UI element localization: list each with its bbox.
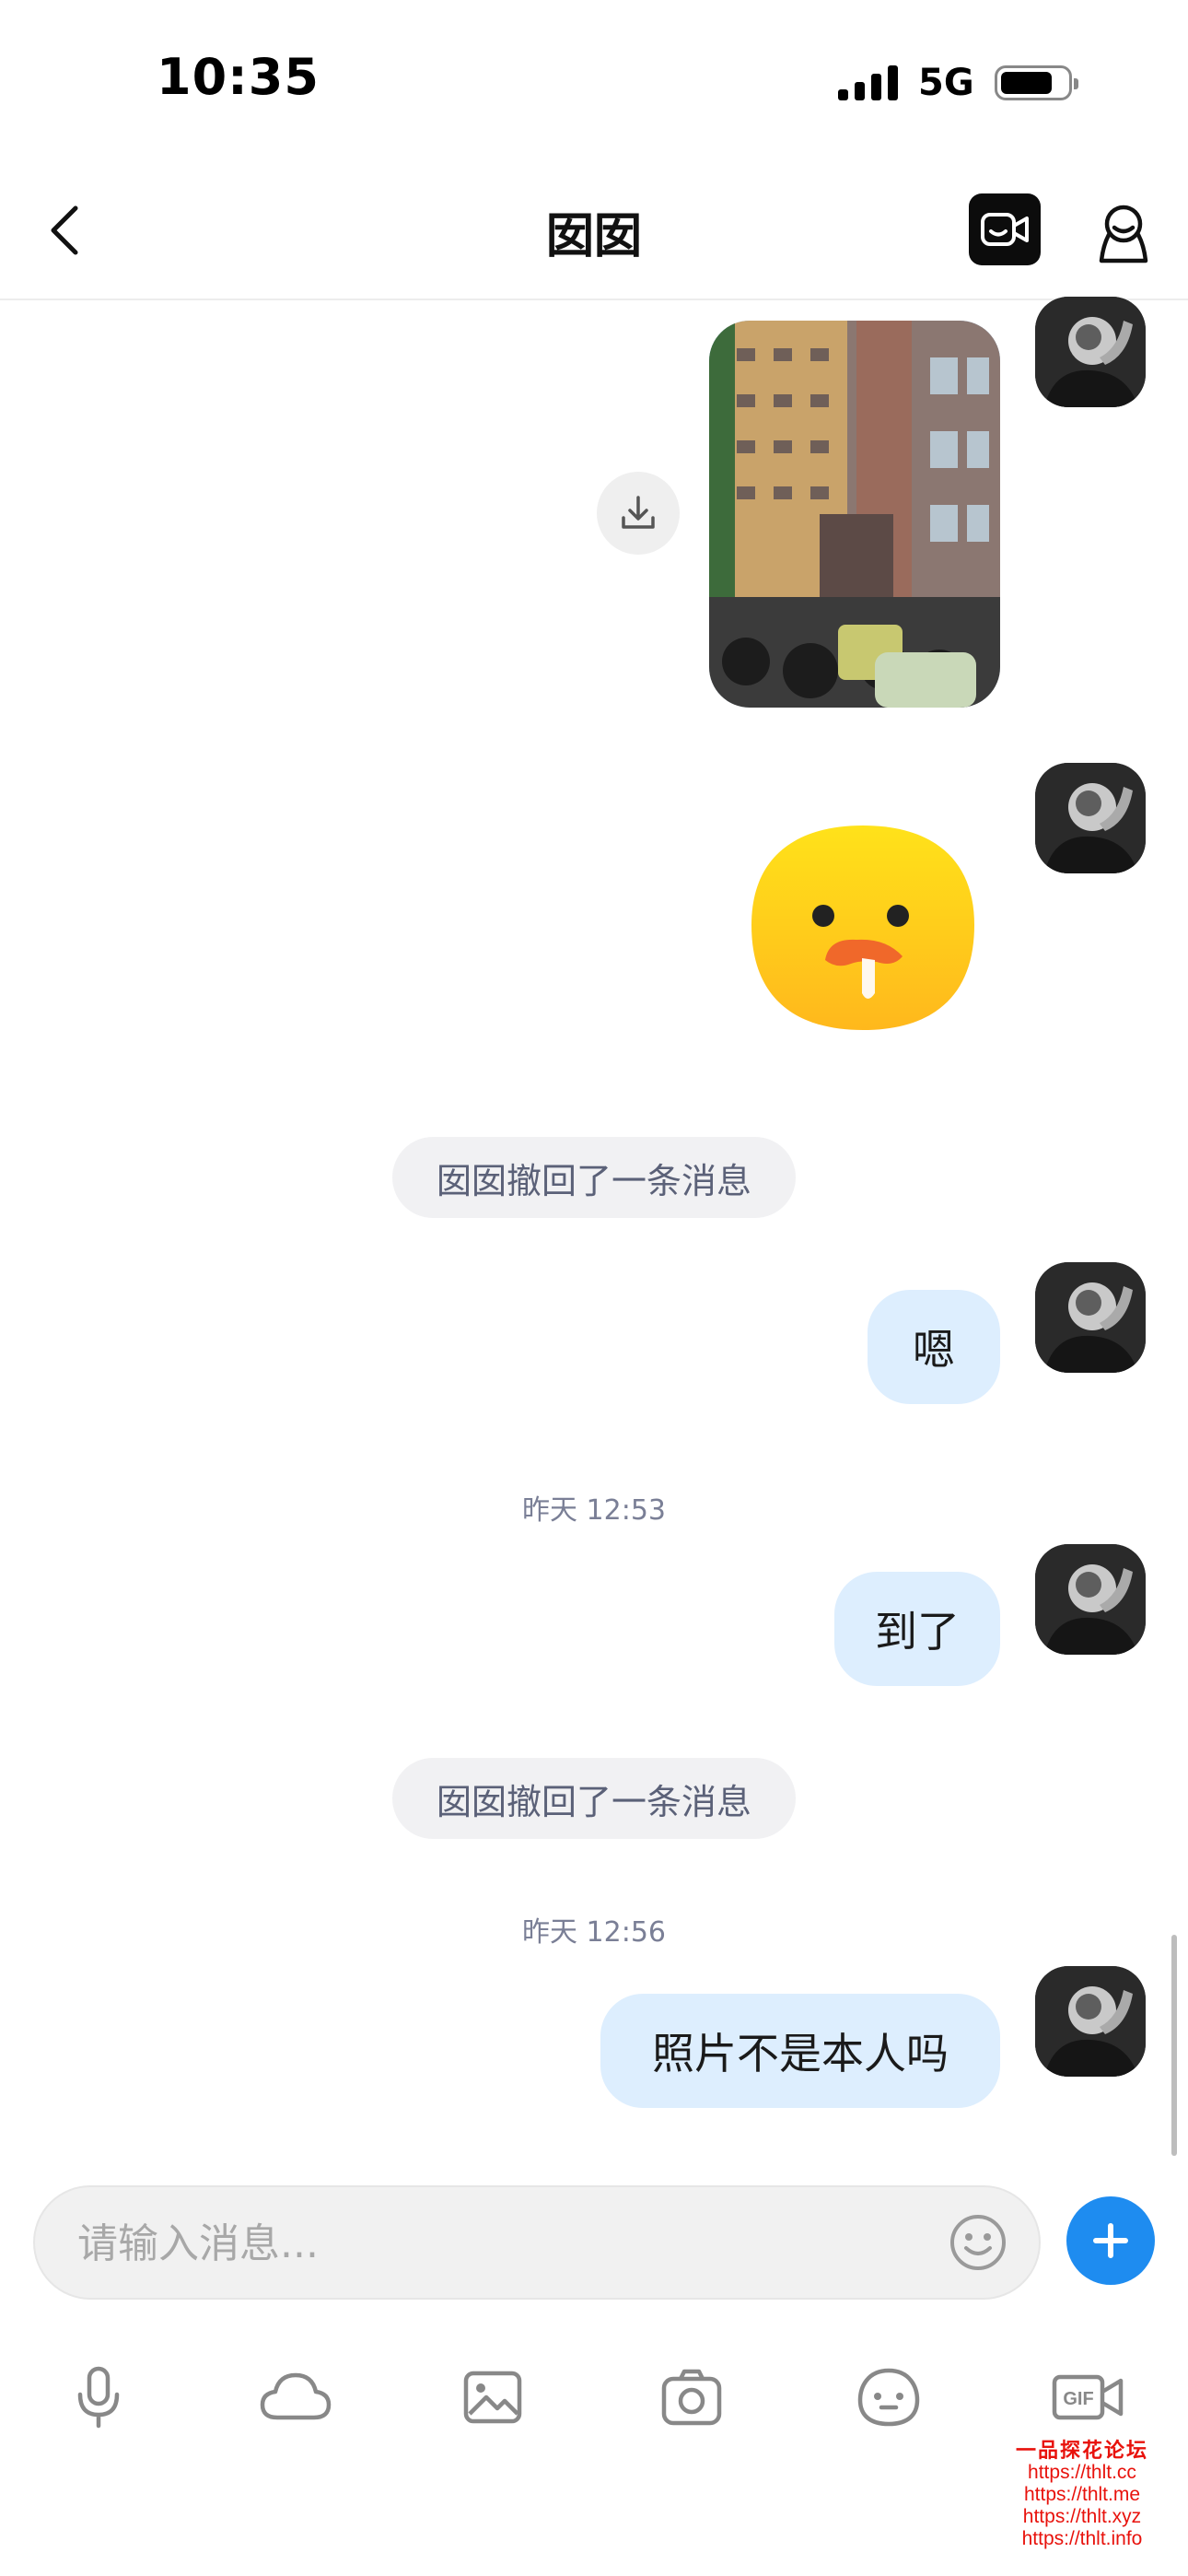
- avatar[interactable]: [1035, 1544, 1146, 1655]
- avatar[interactable]: [1035, 1966, 1146, 2077]
- message-bubble[interactable]: 照片不是本人吗: [600, 1994, 1000, 2108]
- microphone-icon: [77, 2366, 120, 2429]
- sticker-message[interactable]: [748, 822, 978, 1034]
- nav-divider: [0, 299, 1188, 300]
- sticker-face-icon: [857, 2368, 920, 2427]
- download-icon: [622, 496, 655, 529]
- camera-button[interactable]: [650, 2359, 733, 2436]
- watermark-url: https://thlt.cc: [1028, 2462, 1136, 2483]
- image-icon: [463, 2371, 522, 2424]
- message-bubble[interactable]: 到了: [834, 1572, 1000, 1686]
- drooling-face-sticker: [751, 825, 974, 1030]
- watermark: 一品探花论坛 https://thlt.cc https://thlt.me h…: [976, 2440, 1188, 2550]
- camera-icon: [661, 2369, 722, 2426]
- status-time: 10:35: [157, 48, 320, 106]
- emoji-button[interactable]: [949, 2213, 1007, 2272]
- system-message: 囡囡撤回了一条消息: [392, 1758, 796, 1839]
- photo: [709, 321, 1000, 708]
- voice-button[interactable]: [57, 2359, 140, 2436]
- message-timestamp: 昨天 12:53: [522, 1494, 666, 1527]
- cloud-icon: [260, 2372, 332, 2420]
- plus-icon: [1093, 2223, 1128, 2258]
- gallery-button[interactable]: [451, 2359, 534, 2436]
- sticker-button[interactable]: [847, 2359, 930, 2436]
- download-button[interactable]: [597, 472, 680, 555]
- message-bubble[interactable]: 嗯: [868, 1290, 1000, 1404]
- avatar[interactable]: [1035, 297, 1146, 407]
- message-input[interactable]: [76, 2187, 908, 2300]
- network-label: 5G: [918, 62, 974, 104]
- video-camera-icon: [981, 213, 1029, 246]
- gif-button[interactable]: GIF: [1046, 2359, 1129, 2436]
- gif-icon: GIF: [1052, 2374, 1124, 2420]
- profile-button[interactable]: [1087, 197, 1160, 271]
- watermark-url: https://thlt.me: [1023, 2484, 1141, 2505]
- emoji-icon: [950, 2215, 1006, 2270]
- add-button[interactable]: [1066, 2196, 1155, 2285]
- watermark-title: 一品探花论坛: [1015, 2439, 1148, 2463]
- person-icon: [1099, 205, 1148, 263]
- battery-icon: [994, 65, 1078, 100]
- status-indicators: 5G: [838, 55, 1078, 111]
- watermark-url: https://thlt.xyz: [1022, 2506, 1142, 2527]
- scroll-indicator[interactable]: [1171, 1935, 1177, 2156]
- message-timestamp: 昨天 12:56: [522, 1916, 666, 1949]
- watermark-url: https://thlt.info: [1021, 2528, 1143, 2549]
- image-message[interactable]: [709, 321, 1000, 708]
- system-message: 囡囡撤回了一条消息: [392, 1137, 796, 1218]
- message-input-box[interactable]: [33, 2185, 1041, 2300]
- cloud-button[interactable]: [254, 2359, 337, 2436]
- svg-text:GIF: GIF: [1063, 2389, 1093, 2409]
- signal-icon: [838, 65, 898, 100]
- video-call-button[interactable]: [969, 193, 1041, 265]
- avatar[interactable]: [1035, 763, 1146, 873]
- avatar[interactable]: [1035, 1262, 1146, 1373]
